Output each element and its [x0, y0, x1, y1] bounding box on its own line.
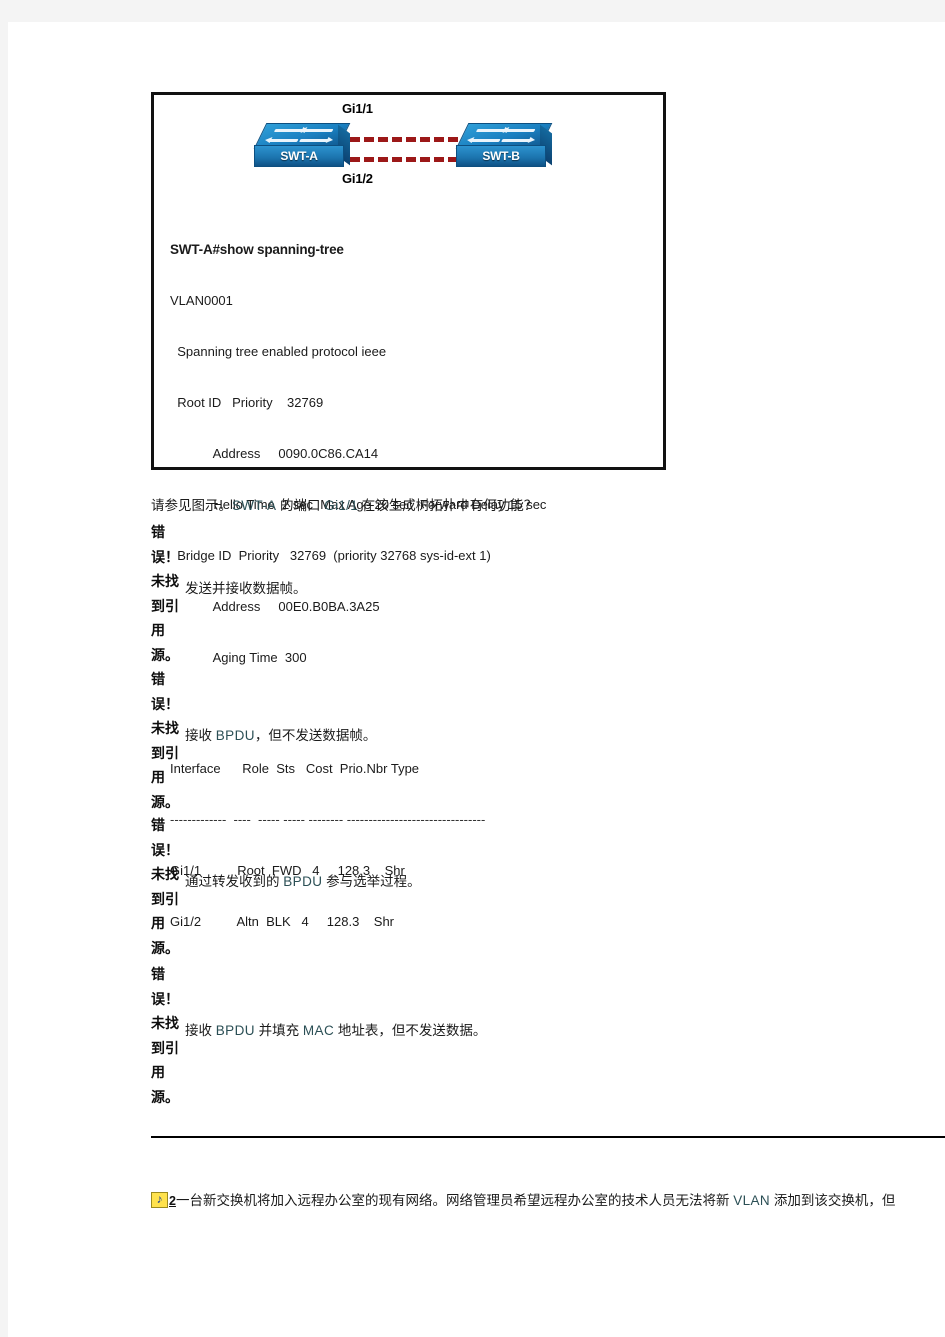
option-d-code2: MAC: [302, 1023, 335, 1038]
question-prefix: 请参见图示。: [151, 498, 232, 513]
switch-label-swt-b: SWT-B: [482, 149, 520, 163]
switch-label-swt-a: SWT-A: [280, 149, 318, 163]
port-label-gi1-2: Gi1/2: [342, 171, 373, 186]
option-d-code: BPDU: [215, 1023, 255, 1038]
cli-line: Spanning tree enabled protocol ieee: [170, 344, 387, 359]
broken-image-reference: 错误！未找到引用源。: [151, 671, 179, 810]
option-d-post: 地址表，但不发送数据。: [334, 1023, 487, 1038]
cli-line: Address 0090.0C86.CA14: [170, 446, 379, 461]
cli-line: VLAN0001: [170, 293, 233, 308]
next-question-text2: 添加到该交换机，但: [770, 1193, 896, 1208]
cli-line: Root ID Priority 32769: [170, 395, 324, 410]
network-topology-diagram: Gi1/1 SWT-A SWT-B Gi1/2: [154, 95, 663, 203]
link-gi1-2: [350, 157, 458, 162]
answer-option-c[interactable]: 错误！未找到引用源。 通过转发收到的 BPDU 参与选举过程。: [151, 813, 911, 959]
section-divider: [151, 1136, 945, 1138]
broken-image-reference: 错误！未找到引用源。: [151, 817, 179, 956]
option-c-post: 参与选举过程。: [322, 874, 421, 889]
question-suffix: 在该生成树拓扑中有何功能？: [358, 498, 538, 513]
option-d-mid: 并填充: [254, 1023, 303, 1038]
answer-option-a-label: 发送并接收数据帧。: [185, 581, 307, 596]
switch-arrows-icon: [261, 126, 343, 146]
option-c-code: BPDU: [283, 874, 323, 889]
option-d-pre: 接收: [185, 1023, 216, 1038]
link-gi1-1: [350, 137, 458, 142]
switch-arrows-icon: [463, 126, 545, 146]
question-prompt: 请参见图示。SWT-A 的端口 Gi1/1 在该生成树拓扑中有何功能？: [151, 496, 537, 516]
broken-image-reference: 错误！未找到引用源。: [151, 966, 179, 1105]
switch-swt-a: SWT-A: [253, 123, 351, 169]
answer-option-d-label: 接收 BPDU 并填充 MAC 地址表，但不发送数据。: [185, 1022, 486, 1040]
question-subject: SWT-A: [232, 498, 277, 513]
answer-option-a[interactable]: 错误！未找到引用源。 发送并接收数据帧。: [151, 520, 911, 666]
next-question-line: ♪ 2一台新交换机将加入远程办公室的现有网络。网络管理员希望远程办公室的技术人员无…: [151, 1190, 945, 1214]
question-number: 2: [169, 1194, 176, 1208]
option-b-post: ，但不发送数据帧。: [254, 728, 377, 743]
option-b-pre: 接收: [185, 728, 216, 743]
broken-image-reference: 错误！未找到引用源。: [151, 524, 179, 663]
answer-option-d[interactable]: 错误！未找到引用源。 接收 BPDU 并填充 MAC 地址表，但不发送数据。: [151, 962, 911, 1108]
document-page: Gi1/1 SWT-A SWT-B Gi1/2 SWT-A#show spann…: [8, 22, 945, 1337]
question-port: Gi1/1: [324, 498, 359, 513]
answer-option-b-label: 接收 BPDU，但不发送数据帧。: [185, 727, 376, 745]
option-c-pre: 通过转发收到的: [185, 874, 284, 889]
switch-swt-b: SWT-B: [455, 123, 553, 169]
exhibit-screenshot: Gi1/1 SWT-A SWT-B Gi1/2 SWT-A#show spann…: [151, 92, 666, 929]
port-label-gi1-1: Gi1/1: [342, 101, 373, 116]
answer-option-c-label: 通过转发收到的 BPDU 参与选举过程。: [185, 873, 421, 891]
answer-option-b[interactable]: 错误！未找到引用源。 接收 BPDU，但不发送数据帧。: [151, 667, 911, 813]
cli-prompt-line: SWT-A#show spanning-tree: [170, 242, 344, 257]
anchor-bookmark-icon: ♪: [151, 1192, 168, 1208]
next-question-code: VLAN: [733, 1193, 771, 1208]
option-b-code: BPDU: [215, 728, 255, 743]
question-middle: 的端口: [276, 498, 325, 513]
next-question-text: 一台新交换机将加入远程办公室的现有网络。网络管理员希望远程办公室的技术人员无法将…: [175, 1193, 734, 1208]
